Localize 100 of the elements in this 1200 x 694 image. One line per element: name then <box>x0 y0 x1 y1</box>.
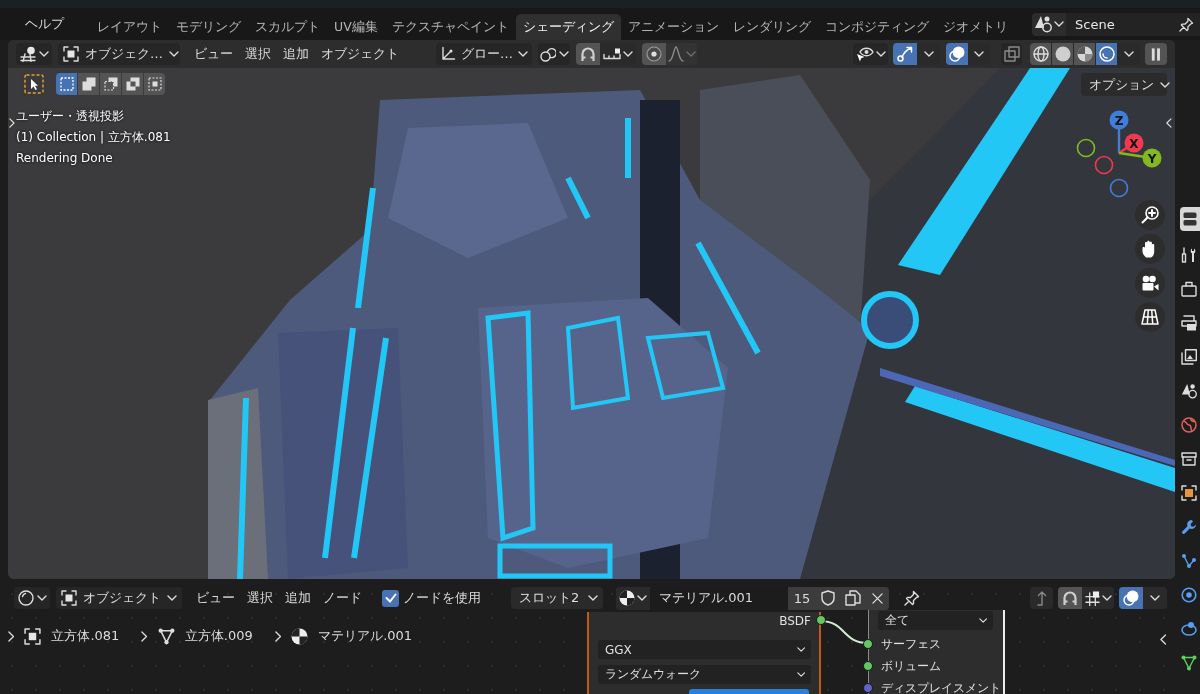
magnet-icon <box>1062 590 1078 606</box>
menu-button[interactable]: ヘルプ <box>19 13 70 35</box>
pivot-button[interactable] <box>538 43 570 65</box>
scene-name: Scene <box>1075 16 1115 32</box>
properties-tab[interactable] <box>1180 315 1197 331</box>
snap-button[interactable] <box>1058 587 1082 609</box>
shading-mode-button[interactable] <box>1030 43 1051 65</box>
proportional-edit-button[interactable] <box>642 43 666 65</box>
workspace-tab[interactable]: ジオメトリ <box>935 14 1015 40</box>
properties-tab[interactable] <box>1180 247 1197 263</box>
overlay-toggle[interactable] <box>946 43 968 65</box>
workspace-tab[interactable]: レイアウト <box>90 14 169 40</box>
magnet-icon <box>580 46 596 62</box>
axis-handle[interactable] <box>1094 155 1114 175</box>
menu-button[interactable]: オブジェクト <box>315 43 405 65</box>
node-dropdown[interactable]: ランダムウォーク <box>598 665 811 684</box>
menu-button[interactable]: 選択 <box>241 587 279 609</box>
user-count-button[interactable]: 15 <box>788 586 816 610</box>
quartered-sphere-icon <box>291 627 309 645</box>
snap-button[interactable] <box>576 43 600 65</box>
shading-mode-button[interactable] <box>1096 43 1117 65</box>
properties-tab[interactable] <box>1180 655 1197 671</box>
select-tool-button[interactable] <box>22 72 46 96</box>
duplicate-icon <box>845 590 861 606</box>
shading-mode-button[interactable] <box>1052 43 1073 65</box>
properties-tab[interactable] <box>1180 451 1197 467</box>
sphere-icon <box>1054 46 1071 62</box>
gizmo-toggle[interactable] <box>893 43 917 65</box>
pin-icon <box>904 590 920 606</box>
workspace-tab[interactable]: コンポジティング <box>817 14 936 40</box>
caret-icon <box>796 647 805 652</box>
cut-square-icon <box>103 77 118 91</box>
slot-dropdown[interactable]: スロット2 <box>511 587 603 609</box>
socket-label: BSDF <box>779 614 811 628</box>
visibility-button[interactable] <box>853 43 888 65</box>
falloff-button[interactable] <box>666 43 697 65</box>
chevron-right-icon <box>8 630 15 642</box>
workspace-tab[interactable]: アニメーション <box>620 14 726 40</box>
axis-handle[interactable]: X <box>1124 133 1144 153</box>
scene-browse-button[interactable] <box>1032 12 1066 36</box>
workspace-tab[interactable]: シェーディング <box>515 14 621 40</box>
xray-toggle[interactable] <box>1001 43 1022 65</box>
mode-dropdown[interactable]: オブジェクト <box>56 587 182 609</box>
axis-handle[interactable]: Z <box>1109 110 1129 130</box>
workspace-tab[interactable]: UV編集 <box>327 14 385 40</box>
properties-tab[interactable] <box>1180 553 1197 569</box>
chevron-right-icon[interactable] <box>9 118 15 128</box>
workspace-tab[interactable]: スカルプト <box>248 14 327 40</box>
properties-tab[interactable] <box>1180 349 1197 365</box>
pause-button[interactable] <box>1145 43 1167 65</box>
properties-tab[interactable] <box>1180 519 1197 535</box>
caret-icon <box>169 51 179 57</box>
menu-button[interactable]: 選択 <box>239 43 277 65</box>
node-dropdown[interactable]: 全て <box>878 611 993 630</box>
axis-handle[interactable] <box>1076 138 1096 158</box>
orientation-dropdown[interactable]: グロー… <box>436 43 532 65</box>
select-mode-button[interactable] <box>122 73 143 95</box>
editor-type-button[interactable] <box>14 587 50 609</box>
caret-icon <box>1150 595 1160 601</box>
scene-field[interactable]: Scene <box>1066 12 1200 36</box>
particles-icon <box>1180 553 1197 569</box>
curved-arrow-icon <box>897 46 913 62</box>
menu-button[interactable]: ノード <box>317 587 368 609</box>
unlink-button[interactable] <box>866 586 889 610</box>
properties-tab[interactable] <box>1180 383 1197 399</box>
quartered-sphere-icon <box>619 590 635 606</box>
menu-button[interactable]: ビュー <box>190 587 241 609</box>
workspace-tab[interactable]: テクスチャペイント <box>384 14 516 40</box>
socket-icon <box>816 615 826 625</box>
box-icon <box>1180 451 1197 467</box>
properties-tab[interactable] <box>1180 621 1197 637</box>
properties-tab[interactable] <box>1180 281 1197 297</box>
workspace-tab[interactable]: レンダリング <box>725 14 818 40</box>
menu-button[interactable]: ビュー <box>188 43 239 65</box>
overlay-toggle[interactable] <box>1119 587 1143 609</box>
menu-button[interactable]: 追加 <box>277 43 315 65</box>
material-name-field[interactable]: マテリアル.001 <box>650 586 788 610</box>
overlapping-circles-icon <box>949 46 965 62</box>
use-nodes-checkbox[interactable] <box>382 589 399 607</box>
properties-tabs-button[interactable] <box>1180 207 1200 231</box>
node-dropdown[interactable]: GGX <box>598 640 811 659</box>
mode-dropdown[interactable]: オブジェク… <box>58 43 180 65</box>
close-icon <box>872 592 883 604</box>
properties-tab[interactable] <box>1180 587 1197 603</box>
axis-handle[interactable] <box>1109 178 1129 198</box>
select-mode-button[interactable] <box>78 73 99 95</box>
chevron-left-icon[interactable] <box>1166 118 1172 128</box>
options-dropdown[interactable]: オプション <box>1081 73 1167 96</box>
parent-button[interactable] <box>1030 587 1053 609</box>
circle-dot-icon <box>646 46 662 62</box>
editor-type-button[interactable] <box>16 43 52 65</box>
select-mode-button[interactable] <box>56 73 77 95</box>
shading-mode-button[interactable] <box>1074 43 1095 65</box>
select-mode-button[interactable] <box>144 73 165 95</box>
chevron-left-icon[interactable] <box>1160 634 1167 645</box>
movie-camera-icon <box>1141 275 1159 291</box>
axis-handle[interactable]: Y <box>1142 148 1162 168</box>
menu-button[interactable]: 追加 <box>279 587 317 609</box>
workspace-tab[interactable]: モデリング <box>169 14 248 40</box>
select-mode-button[interactable] <box>100 73 121 95</box>
